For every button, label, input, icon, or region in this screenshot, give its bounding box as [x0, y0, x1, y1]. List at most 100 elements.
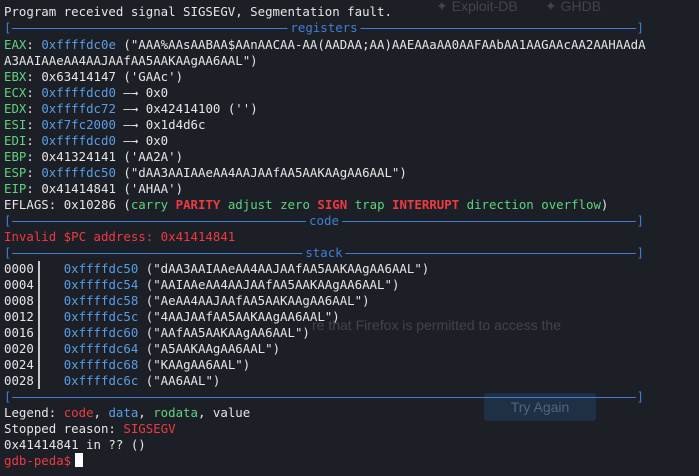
signal-message: Program received signal SIGSEGV, Segment…: [4, 4, 392, 19]
flag-sign: SIGN: [317, 197, 348, 212]
stack-offset: 0024: [4, 357, 34, 372]
flag-zero: zero: [280, 197, 310, 212]
ghost-tab-icon: ✦: [436, 0, 452, 14]
ghost-notice-text: re that Firefox is permitted to access t…: [312, 317, 561, 333]
separator-bracket-right: ]: [636, 213, 644, 228]
stack-value: ("4AAJAAfAA5AAKAAgAA6AAL"): [145, 309, 340, 324]
ecx-target: 0x0: [145, 85, 169, 100]
register-ecx: ECX: 0xffffdcd0 —→ 0x0: [4, 85, 169, 100]
stack-row: 0020 0xffffdc64 ("A5AAKAAgAA6AAL"): [4, 341, 280, 357]
stack-address: 0xffffdc58: [63, 293, 139, 308]
stack-address: 0xffffdc5c: [63, 309, 139, 324]
stopped-reason-line: Stopped reason: SIGSEGV: [4, 421, 176, 436]
legend-code: code: [63, 405, 94, 420]
stack-offset: 0020: [4, 341, 34, 356]
separator-bracket-left: [: [4, 389, 12, 404]
flag-direction: direction: [466, 197, 534, 212]
esi-address: 0xf7fc2000: [41, 117, 116, 132]
flag-parity: PARITY: [175, 197, 221, 212]
separator-bracket-right: ]: [636, 245, 644, 260]
esi-target: 0x1d4d6c: [145, 117, 206, 132]
stack-offset: 0028: [4, 373, 34, 388]
stack-row: 0008 0xffffdc58 ("AeAA4AAJAAfAA5AAKAAgAA…: [4, 293, 370, 309]
eax-value: ("AAA%AAsAABAA$AAnAACAA-AA(AADAA;AA)AAEA…: [115, 37, 646, 52]
edi-target: 0x0: [145, 133, 169, 148]
legend-data: data: [108, 405, 139, 420]
stack-offset: 0004: [4, 277, 34, 292]
stack-offset: 0016: [4, 325, 34, 340]
register-eax-continuation: A3AAIAAeAA4AAJAAfAA5AAKAAgAA6AAL"): [4, 53, 258, 68]
edx-address: 0xffffdc72: [41, 101, 116, 116]
code-separator: [ code ]: [4, 213, 644, 229]
stack-value: ("A5AAKAAgAA6AAL"): [145, 341, 281, 356]
register-edi: EDI: 0xffffdcd0 —→ 0x0: [4, 133, 169, 148]
register-ebx: EBX: 0x63414147 ('GAAc'): [4, 69, 184, 84]
code-section-title: code: [306, 213, 342, 229]
stack-value: ("AAfAA5AAKAAgAA6AAL"): [145, 325, 310, 340]
esp-value: ("dAA3AAIAAeAA4AAJAAfAA5AAKAAgAA6AAL"): [115, 165, 407, 180]
stack-address: 0xffffdc54: [63, 277, 139, 292]
stopped-reason-value: SIGSEGV: [123, 421, 176, 436]
stack-address: 0xffffdc68: [63, 357, 139, 372]
stack-address: 0xffffdc50: [63, 261, 139, 276]
text-cursor[interactable]: [75, 453, 84, 467]
edx-arrow: —→: [115, 101, 146, 116]
flag-interrupt: INTERRUPT: [392, 197, 460, 212]
esi-arrow: —→: [115, 117, 146, 132]
separator-bracket-right: ]: [636, 20, 644, 35]
esp-address: 0xffffdc50: [41, 165, 116, 180]
stack-value: ("AAIAAeAA4AAJAAfAA5AAKAAgAA6AAL"): [145, 277, 400, 292]
stack-value: ("dAA3AAIAAeAA4AAJAAfAA5AAKAAgAA6AAL"): [145, 261, 430, 276]
stack-offset: 0000: [4, 261, 34, 276]
stack-separator: [ stack ]: [4, 245, 644, 261]
stack-address: 0xffffdc6c: [63, 373, 139, 388]
separator-bracket-left: [: [4, 213, 12, 228]
register-esp: ESP: 0xffffdc50 ("dAA3AAIAAeAA4AAJAAfAA5…: [4, 165, 407, 180]
terminal-window[interactable]: ✦ Exploit-DB ✦ GHDB re that Firefox is p…: [0, 0, 699, 476]
stack-offset: 0012: [4, 309, 34, 324]
eflags-value: 0x10286: [63, 197, 116, 212]
register-eip: EIP: 0x41414841 ('AHAA'): [4, 181, 184, 196]
ecx-arrow: —→: [115, 85, 146, 100]
stack-value: ("AeAA4AAJAAfAA5AAKAAgAA6AAL"): [145, 293, 370, 308]
ghost-tab-icon: ✦: [545, 0, 561, 14]
stack-row: 0004 0xffffdc54 ("AAIAAeAA4AAJAAfAA5AAKA…: [4, 277, 399, 293]
frame-line: 0x41414841 in ?? (): [4, 437, 146, 452]
separator-bracket-left: [: [4, 20, 12, 35]
stack-address: 0xffffdc64: [63, 341, 139, 356]
invalid-pc-message: Invalid $PC address: 0x41414841: [4, 229, 236, 244]
bottom-separator: [ ]: [4, 389, 644, 405]
registers-separator: [ registers ]: [4, 20, 644, 36]
eip-value: 0x41414841 ('AHAA'): [41, 181, 184, 196]
stack-value: ("AA6AAL"): [145, 373, 221, 388]
stack-offset: 0008: [4, 293, 34, 308]
register-eflags: EFLAGS: 0x10286 (carry PARITY adjust zer…: [4, 197, 609, 212]
ecx-address: 0xffffdcd0: [41, 85, 116, 100]
legend-line: Legend: code, data, rodata, value: [4, 405, 251, 420]
flag-overflow: overflow: [541, 197, 601, 212]
stack-row: 0016 0xffffdc60 ("AAfAA5AAKAAgAA6AAL"): [4, 325, 310, 341]
stack-row: 0028 0xffffdc6c ("AA6AAL"): [4, 373, 220, 389]
ghost-tab-ghdb: ✦ GHDB: [545, 0, 602, 14]
command-prompt[interactable]: gdb-peda$: [4, 453, 84, 469]
registers-section-title: registers: [287, 20, 361, 36]
eax-address: 0xffffdc0e: [41, 37, 116, 52]
stack-row: 0024 0xffffdc68 ("KAAgAA6AAL"): [4, 357, 250, 373]
legend-value: value: [212, 405, 251, 420]
stack-row: 0012 0xffffdc5c ("4AAJAAfAA5AAKAAgAA6AAL…: [4, 309, 340, 325]
flag-carry: carry: [130, 197, 169, 212]
separator-bracket-right: ]: [636, 389, 644, 404]
stack-section-title: stack: [302, 245, 346, 261]
prompt-label: gdb-peda$: [4, 453, 72, 468]
ghost-tab-exploit-db: ✦ Exploit-DB: [436, 0, 518, 14]
stack-address: 0xffffdc60: [63, 325, 139, 340]
edi-arrow: —→: [115, 133, 146, 148]
ebp-value: 0x41324141 ('AA2A'): [41, 149, 184, 164]
stack-row: 0000 0xffffdc50 ("dAA3AAIAAeAA4AAJAAfAA5…: [4, 261, 429, 277]
register-eax: EAX: 0xffffdc0e ("AAA%AAsAABAA$AAnAACAA-…: [4, 37, 646, 52]
ebx-value: 0x63414147 ('GAAc'): [41, 69, 184, 84]
flag-trap: trap: [354, 197, 385, 212]
edi-address: 0xffffdcd0: [41, 133, 116, 148]
register-ebp: EBP: 0x41324141 ('AA2A'): [4, 149, 184, 164]
register-edx: EDX: 0xffffdc72 —→ 0x42414100 (''): [4, 101, 258, 116]
